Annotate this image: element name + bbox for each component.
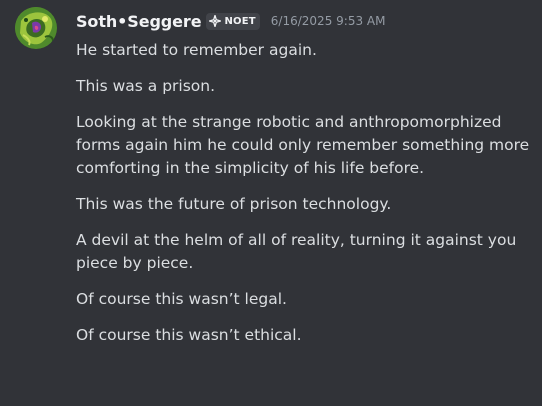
username[interactable]: Soth•Seggere (76, 12, 202, 31)
chat-message: Soth•Seggere NOET 6/16/2025 9:53 AM He s… (0, 0, 542, 406)
message-content: He started to remember again. This was a… (76, 39, 532, 360)
message-line: This was a prison. (76, 77, 216, 95)
message-line: Of course this wasn’t legal. (76, 290, 287, 308)
avatar[interactable] (15, 7, 57, 49)
message-line: Of course this wasn’t ethical. (76, 326, 302, 344)
message-line: A devil at the helm of all of reality, t… (76, 231, 517, 272)
avatar-image (15, 7, 57, 49)
diamond-sparkle-icon (209, 15, 222, 27)
message-line: Looking at the strange robotic and anthr… (76, 113, 530, 177)
message-line: This was the future of prison technology… (76, 195, 392, 213)
message-header: Soth•Seggere NOET 6/16/2025 9:53 AM (76, 9, 385, 33)
message-line: He started to remember again. (76, 41, 317, 59)
server-tag-label: NOET (224, 15, 256, 27)
server-tag[interactable]: NOET (206, 12, 260, 30)
message-timestamp[interactable]: 6/16/2025 9:53 AM (271, 14, 386, 28)
